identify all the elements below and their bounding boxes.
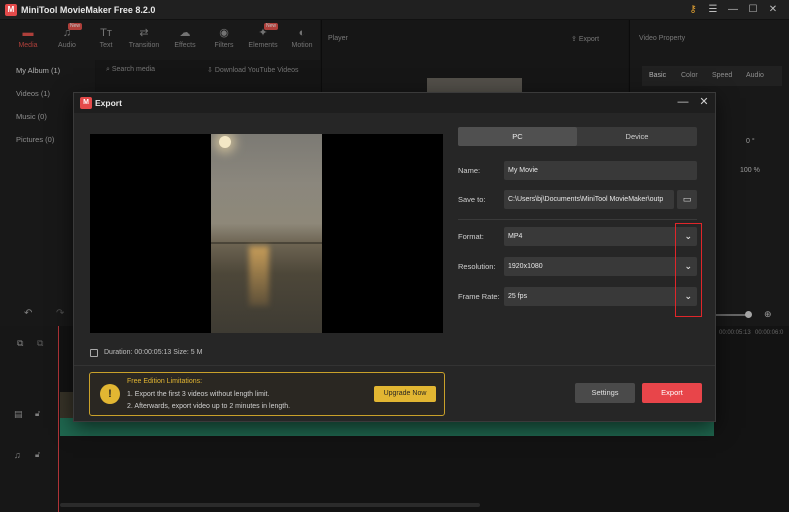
sun-reflection	[249, 246, 269, 306]
upgrade-now-button[interactable]: Upgrade Now	[374, 386, 436, 402]
export-dialog: M Export — ✕ Duration: 00:00:05:13 Size:…	[73, 92, 716, 422]
film-icon	[90, 349, 98, 357]
app-logo-icon: M	[5, 4, 17, 16]
sun	[219, 136, 231, 148]
name-field[interactable]: My Movie	[504, 161, 697, 180]
video-preview	[90, 134, 443, 333]
close-icon[interactable]: ✕	[766, 3, 780, 17]
export-target-tabs: PC Device	[458, 127, 697, 146]
export-button[interactable]: Export	[642, 383, 702, 403]
frame-rate-select[interactable]: 25 fps ⌄	[504, 287, 697, 306]
save-to-field[interactable]: C:\Users\bj\Documents\MiniTool MovieMake…	[504, 190, 674, 209]
free-edition-notice: ! Free Edition Limitations: 1. Export th…	[89, 372, 445, 416]
duration-info: Duration: 00:00:05:13 Size: 5 M	[104, 349, 203, 356]
name-label: Name:	[458, 166, 481, 175]
preview-frame	[211, 134, 322, 333]
divider	[458, 219, 697, 220]
notice-line: 2. Afterwards, export video up to 2 minu…	[127, 403, 291, 410]
title-bar: M MiniTool MovieMaker Free 8.2.0 ⚷ ☰ — ☐…	[0, 0, 789, 20]
resolution-value: 1920x1080	[508, 263, 543, 270]
resolution-label: Resolution:	[458, 262, 496, 271]
tab-device[interactable]: Device	[577, 127, 697, 146]
save-to-label: Save to:	[458, 195, 486, 204]
minimize-icon[interactable]: —	[676, 96, 690, 110]
tab-pc[interactable]: PC	[458, 127, 577, 146]
close-icon[interactable]: ✕	[697, 96, 711, 110]
horizon	[211, 242, 322, 244]
frame-rate-label: Frame Rate:	[458, 292, 500, 301]
divider	[74, 365, 715, 366]
format-label: Format:	[458, 232, 484, 241]
settings-button[interactable]: Settings	[575, 383, 635, 403]
maximize-icon[interactable]: ☐	[746, 3, 760, 17]
format-value: MP4	[508, 233, 523, 240]
folder-icon[interactable]: ▭	[677, 190, 697, 209]
resolution-select[interactable]: 1920x1080 ⌄	[504, 257, 697, 276]
app-title: MiniTool MovieMaker Free 8.2.0	[21, 5, 156, 15]
format-select[interactable]: MP4 ⌄	[504, 227, 697, 246]
info-icon: !	[100, 384, 120, 404]
highlight-annotation	[675, 223, 702, 317]
menu-icon[interactable]: ☰	[706, 3, 720, 17]
notice-line: 1. Export the first 3 videos without len…	[127, 391, 270, 398]
app-logo-icon: M	[80, 97, 92, 109]
dialog-header: M Export — ✕	[74, 93, 715, 113]
dialog-title: Export	[95, 98, 122, 108]
minimize-icon[interactable]: —	[726, 3, 740, 17]
key-icon[interactable]: ⚷	[686, 3, 700, 17]
frame-rate-value: 25 fps	[508, 293, 528, 300]
notice-title: Free Edition Limitations:	[127, 378, 203, 385]
